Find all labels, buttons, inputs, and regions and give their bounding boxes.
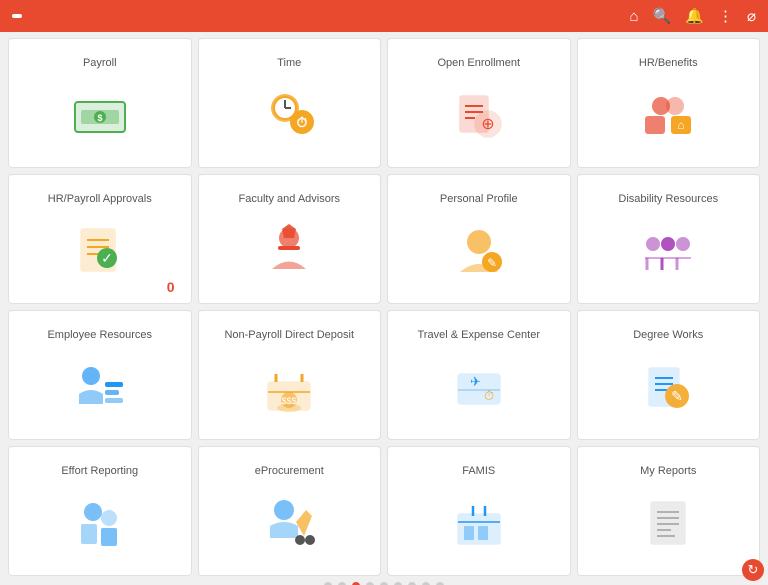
block-icon[interactable]: ⌀ — [747, 7, 756, 25]
tile-icon-effort-reporting — [70, 493, 130, 553]
tile-icon-travel-expense: ✈ ⏱ — [449, 357, 509, 417]
tile-icon-eprocurement — [259, 493, 319, 553]
tile-effort-reporting[interactable]: Effort Reporting — [8, 446, 192, 576]
tile-title-my-reports: My Reports — [640, 457, 696, 485]
tile-icon-personal-profile: ✎ — [449, 221, 509, 281]
tile-title-hr-benefits: HR/Benefits — [639, 49, 698, 77]
header-left — [12, 14, 46, 18]
refresh-button[interactable]: ↻ — [742, 559, 764, 581]
tile-disability-resources[interactable]: Disability Resources — [577, 174, 761, 304]
home-icon[interactable]: ⌂ — [630, 8, 639, 25]
app-header: ⌂ 🔍 🔔 ⋮ ⌀ — [0, 0, 768, 32]
tile-icon-my-reports — [638, 493, 698, 553]
tile-title-travel-expense: Travel & Expense Center — [418, 321, 540, 349]
university-logo — [12, 14, 22, 18]
pagination — [8, 576, 760, 585]
tile-title-disability-resources: Disability Resources — [618, 185, 718, 213]
svg-text:$: $ — [97, 113, 102, 123]
tile-title-hr-payroll-approvals: HR/Payroll Approvals — [48, 185, 152, 213]
tile-famis[interactable]: FAMIS — [387, 446, 571, 576]
tiles-grid: Payroll $ Time ⏱ Open Enrollment ⊕ HR/Be… — [8, 38, 760, 576]
tile-icon-time: ⏱ — [259, 85, 319, 145]
tile-title-degree-works: Degree Works — [633, 321, 703, 349]
svg-text:✎: ✎ — [487, 256, 497, 270]
tile-title-open-enrollment: Open Enrollment — [437, 49, 520, 77]
search-icon[interactable]: 🔍 — [653, 7, 672, 25]
tile-degree-works[interactable]: Degree Works ✎ — [577, 310, 761, 440]
tile-my-reports[interactable]: My Reports — [577, 446, 761, 576]
tile-eprocurement[interactable]: eProcurement — [198, 446, 382, 576]
svg-text:⏱: ⏱ — [297, 114, 308, 130]
tile-title-employee-resources: Employee Resources — [47, 321, 152, 349]
svg-text:✈: ✈ — [470, 374, 481, 389]
svg-text:✓: ✓ — [101, 250, 113, 266]
tile-icon-disability-resources — [638, 221, 698, 281]
tile-travel-expense[interactable]: Travel & Expense Center ✈ ⏱ — [387, 310, 571, 440]
tile-hr-benefits[interactable]: HR/Benefits ⌂ — [577, 38, 761, 168]
tile-personal-profile[interactable]: Personal Profile ✎ — [387, 174, 571, 304]
tile-icon-hr-benefits: ⌂ — [638, 85, 698, 145]
svg-text:⌂: ⌂ — [678, 118, 685, 132]
tile-title-personal-profile: Personal Profile — [440, 185, 518, 213]
svg-text:✎: ✎ — [671, 388, 683, 404]
tile-title-famis: FAMIS — [462, 457, 495, 485]
tile-icon-faculty-advisors — [259, 221, 319, 281]
tile-badge-hr-payroll-approvals: 0 — [167, 279, 175, 295]
tile-icon-hr-payroll-approvals: ✓ — [70, 221, 130, 281]
tile-icon-open-enrollment: ⊕ — [449, 85, 509, 145]
tile-title-eprocurement: eProcurement — [255, 457, 324, 485]
header-right: ⌂ 🔍 🔔 ⋮ ⌀ — [630, 7, 756, 25]
tile-title-time: Time — [277, 49, 301, 77]
tile-payroll[interactable]: Payroll $ — [8, 38, 192, 168]
tile-time[interactable]: Time ⏱ — [198, 38, 382, 168]
tile-title-effort-reporting: Effort Reporting — [61, 457, 138, 485]
svg-text:⊕: ⊕ — [481, 116, 494, 133]
tile-icon-non-payroll-direct-deposit: $$$ — [259, 357, 319, 417]
bell-icon[interactable]: 🔔 — [685, 7, 704, 25]
tile-faculty-advisors[interactable]: Faculty and Advisors — [198, 174, 382, 304]
tile-open-enrollment[interactable]: Open Enrollment ⊕ — [387, 38, 571, 168]
tile-icon-payroll: $ — [70, 85, 130, 145]
more-options-icon[interactable]: ⋮ — [718, 7, 733, 25]
tile-icon-employee-resources — [70, 357, 130, 417]
tile-icon-degree-works: ✎ — [638, 357, 698, 417]
tile-title-faculty-advisors: Faculty and Advisors — [239, 185, 341, 213]
tile-icon-famis — [449, 493, 509, 553]
tile-title-payroll: Payroll — [83, 49, 117, 77]
tile-hr-payroll-approvals[interactable]: HR/Payroll Approvals ✓ 0 — [8, 174, 192, 304]
tile-employee-resources[interactable]: Employee Resources — [8, 310, 192, 440]
main-content: Payroll $ Time ⏱ Open Enrollment ⊕ HR/Be… — [0, 32, 768, 585]
tile-title-non-payroll-direct-deposit: Non-Payroll Direct Deposit — [224, 321, 354, 349]
tile-non-payroll-direct-deposit[interactable]: Non-Payroll Direct Deposit $$$ — [198, 310, 382, 440]
